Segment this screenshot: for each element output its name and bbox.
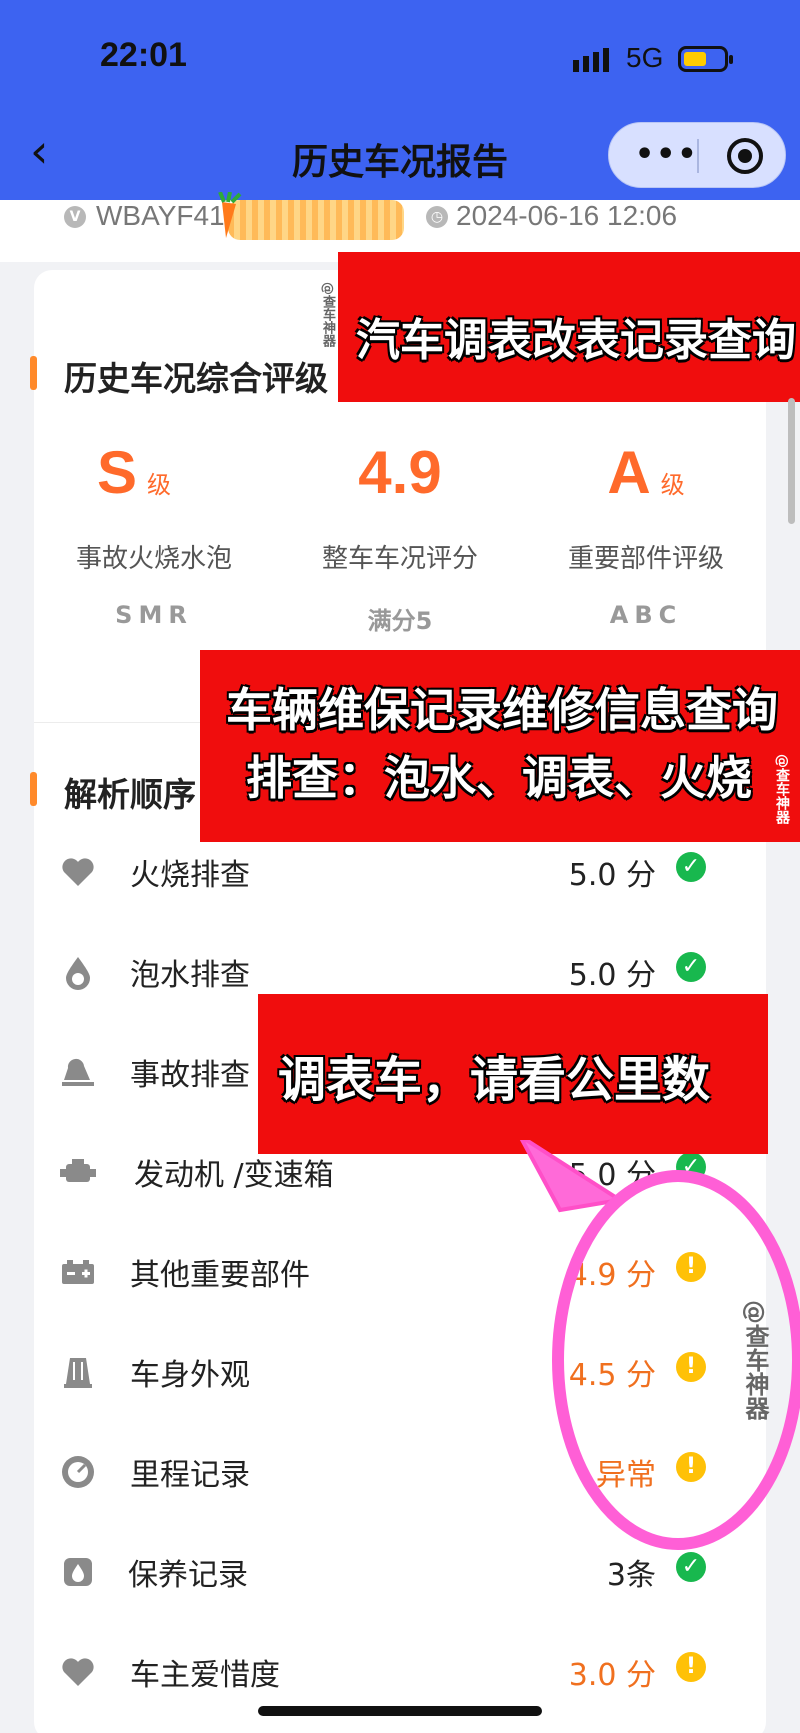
check-icon: ✓ xyxy=(676,852,706,882)
row-label: 里程记录 xyxy=(130,1458,250,1493)
row-label: 泡水排查 xyxy=(130,958,250,993)
analysis-title: 解析顺序 xyxy=(64,775,196,814)
miniapp-capsule: ••• xyxy=(608,122,786,188)
scrollbar[interactable] xyxy=(788,398,795,524)
overview-title: 历史车况综合评级 xyxy=(64,359,328,398)
row-label: 保养记录 xyxy=(128,1558,248,1593)
grade-label: 整车车况评分 xyxy=(321,544,478,574)
network-type: 5G xyxy=(626,42,664,73)
vin-mask xyxy=(228,200,404,240)
battery-icon xyxy=(62,1260,94,1284)
check-icon: ✓ xyxy=(676,952,706,982)
more-icon[interactable]: ••• xyxy=(635,140,699,170)
promo-banner: 汽车调表改表记录查询 xyxy=(338,252,800,402)
row-score: 3.0 分 xyxy=(568,1658,656,1693)
grade-unit: 级 xyxy=(660,471,685,499)
grade-scale: SMR xyxy=(115,601,193,629)
report-datetime: 2024-06-16 12:06 xyxy=(456,200,678,231)
row-label: 发动机 /变速箱 xyxy=(134,1158,334,1193)
grade-overall: 4.9 xyxy=(280,438,520,507)
oil-drop-icon xyxy=(64,1558,92,1586)
heart-icon xyxy=(62,1658,94,1686)
battery-icon xyxy=(678,46,733,72)
watermark: @查车神器 xyxy=(741,1300,769,1420)
watermark: @查车神器 xyxy=(774,754,790,824)
grade-label: 重要部件评级 xyxy=(567,544,724,574)
watermark: @查车神器 xyxy=(320,282,335,347)
carrot-sticker-icon xyxy=(218,192,242,238)
row-label: 事故排查 xyxy=(130,1058,250,1093)
row-label: 其他重要部件 xyxy=(130,1258,310,1293)
grade-label: 事故火烧水泡 xyxy=(75,544,232,574)
vin-icon: V xyxy=(64,206,86,228)
grade-value: A xyxy=(607,439,651,506)
promo-banner: 车辆维保记录维修信息查询 排查：泡水、调表、火烧 xyxy=(200,650,800,842)
row-label: 火烧排查 xyxy=(130,858,250,893)
section-marker xyxy=(30,356,37,390)
grade-scale: ABC xyxy=(609,601,683,629)
banner-line: 车辆维保记录维修信息查询 xyxy=(226,683,778,737)
grade-unit: 级 xyxy=(147,471,172,499)
capsule-divider xyxy=(697,139,699,173)
section-marker xyxy=(30,772,37,806)
grade-value: S xyxy=(96,439,138,506)
promo-banner: 调表车，请看公里数 xyxy=(258,994,768,1154)
row-label: 车身外观 xyxy=(130,1358,250,1393)
grade-value: 4.9 xyxy=(358,439,442,506)
odometer-icon xyxy=(62,1456,94,1488)
status-time: 22:01 xyxy=(100,36,187,74)
engine-icon xyxy=(60,1159,96,1182)
grade-scale: 满分5 xyxy=(367,607,433,635)
grade-parts: A级 xyxy=(526,438,766,507)
accident-car-icon xyxy=(62,1058,94,1086)
row-score: 5.0 分 xyxy=(568,858,656,893)
row-label: 车主爱惜度 xyxy=(130,1658,280,1693)
row-score: 5.0 分 xyxy=(568,958,656,993)
home-indicator[interactable] xyxy=(258,1706,542,1716)
clock-icon: ◷ xyxy=(426,206,448,228)
water-drop-icon xyxy=(66,957,90,990)
heart-icon xyxy=(62,858,94,886)
vin-number: WBAYF41 xyxy=(96,200,225,231)
grade-accident: S级 xyxy=(14,438,254,507)
banner-line: 排查：泡水、调表、火烧 xyxy=(246,751,752,805)
close-target-icon[interactable] xyxy=(727,138,763,174)
warning-icon: ! xyxy=(676,1652,706,1682)
car-body-icon xyxy=(64,1358,92,1388)
signal-icon xyxy=(573,48,609,72)
